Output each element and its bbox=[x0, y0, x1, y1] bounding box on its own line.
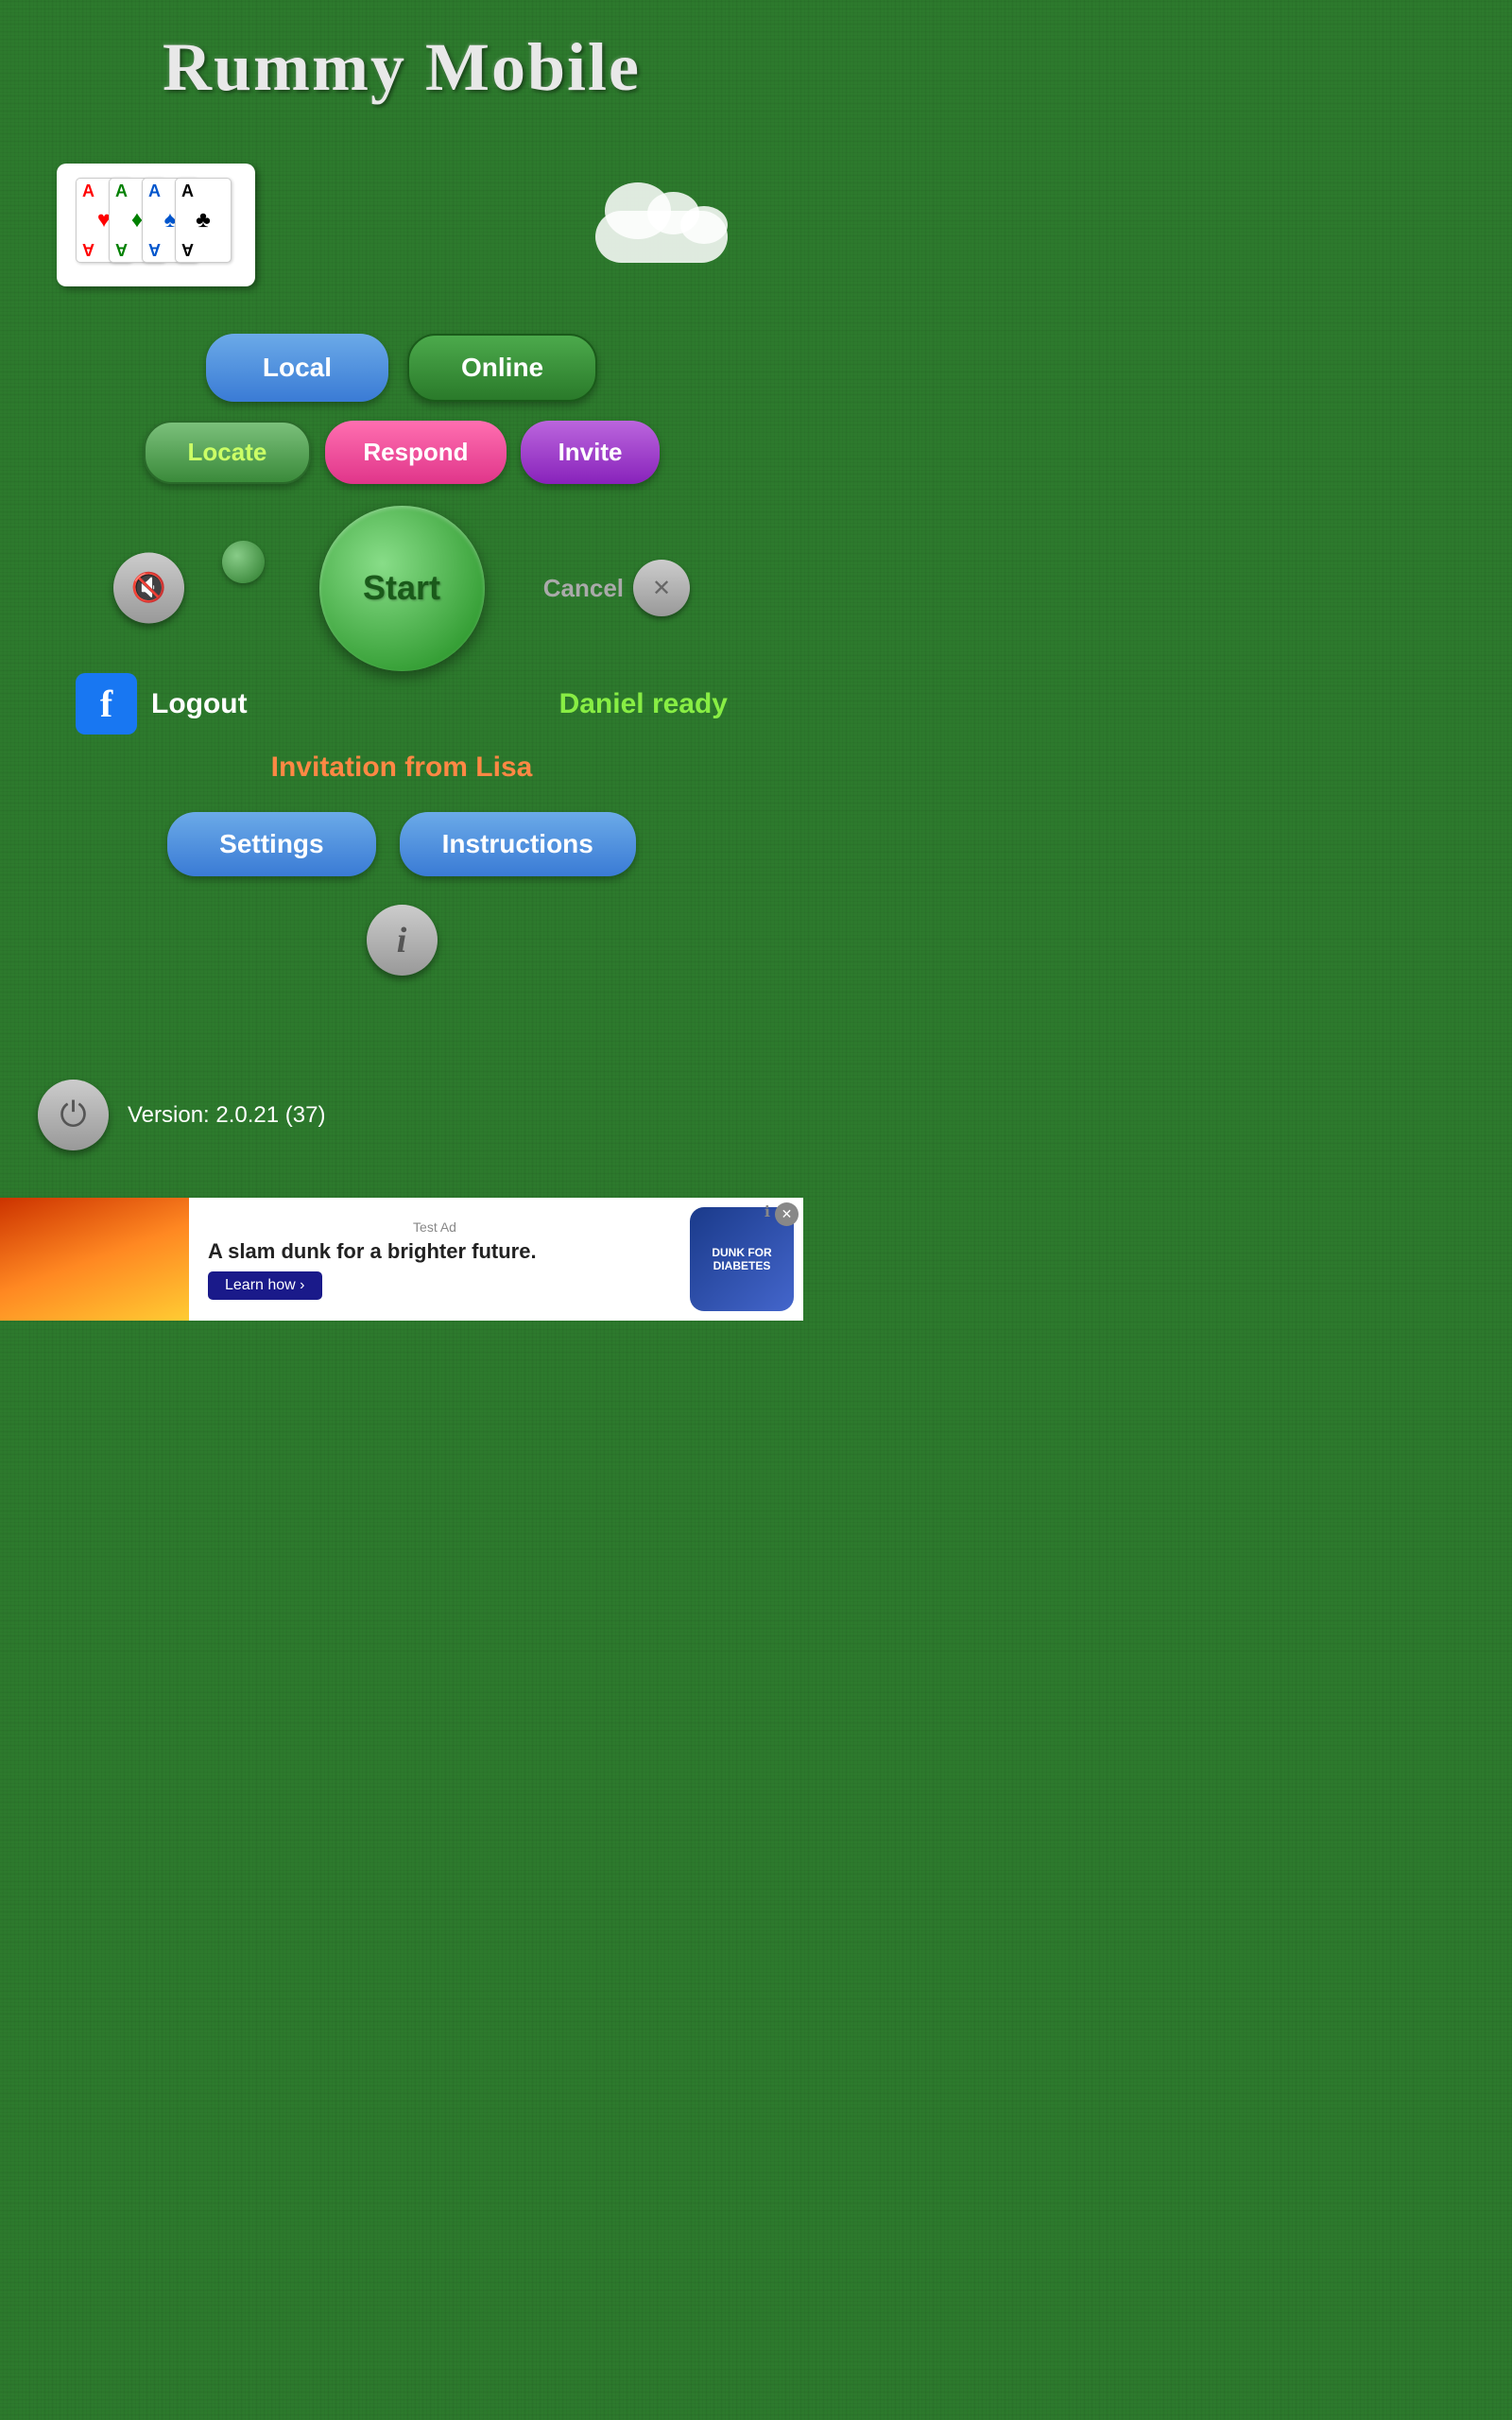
info-button[interactable]: i bbox=[367, 905, 438, 976]
start-button[interactable]: Start bbox=[319, 506, 485, 671]
local-button[interactable]: Local bbox=[206, 334, 388, 402]
app-title: Rummy Mobile bbox=[0, 0, 803, 126]
ad-learn-more-button[interactable]: Learn how › bbox=[208, 1271, 322, 1300]
cancel-x-icon: ✕ bbox=[652, 575, 671, 602]
respond-button[interactable]: Respond bbox=[325, 421, 506, 484]
ad-info-icon[interactable]: ℹ bbox=[765, 1202, 770, 1221]
cards-image: A ♥ A A ♦ A A ♠ A A ♣ A bbox=[57, 164, 255, 286]
svg-text:🏀: 🏀 bbox=[28, 1235, 42, 1249]
player-status: Daniel ready bbox=[559, 688, 728, 720]
ad-content: Test Ad A slam dunk for a brighter futur… bbox=[189, 1210, 680, 1309]
small-dot-decoration bbox=[222, 541, 265, 583]
cancel-button[interactable]: ✕ bbox=[633, 560, 690, 616]
power-button[interactable]: ⏻ bbox=[38, 1080, 109, 1150]
facebook-logout[interactable]: f Logout bbox=[76, 673, 248, 735]
info-icon: i bbox=[397, 920, 407, 961]
logout-label[interactable]: Logout bbox=[151, 688, 248, 720]
cloud-decoration bbox=[576, 187, 747, 263]
power-icon: ⏻ bbox=[60, 1095, 86, 1135]
version-text: Version: 2.0.21 (37) bbox=[128, 1102, 325, 1129]
mute-button[interactable]: 🔇 bbox=[113, 553, 184, 624]
locate-button[interactable]: Locate bbox=[144, 421, 312, 484]
online-button[interactable]: Online bbox=[407, 334, 597, 402]
ad-banner: 🏀 Test Ad A slam dunk for a brighter fut… bbox=[0, 1198, 803, 1321]
ad-test-label: Test Ad bbox=[208, 1219, 662, 1235]
ad-main-text: A slam dunk for a brighter future. bbox=[208, 1239, 662, 1264]
ad-close-button[interactable]: ✕ bbox=[775, 1202, 799, 1226]
invitation-text: Invitation from Lisa bbox=[271, 752, 533, 783]
invite-button[interactable]: Invite bbox=[521, 421, 661, 484]
facebook-icon: f bbox=[76, 673, 137, 735]
mute-icon: 🔇 bbox=[131, 572, 166, 605]
ad-image: 🏀 bbox=[0, 1198, 189, 1321]
cancel-label: Cancel bbox=[543, 574, 624, 603]
instructions-button[interactable]: Instructions bbox=[400, 812, 636, 876]
settings-button[interactable]: Settings bbox=[167, 812, 375, 876]
